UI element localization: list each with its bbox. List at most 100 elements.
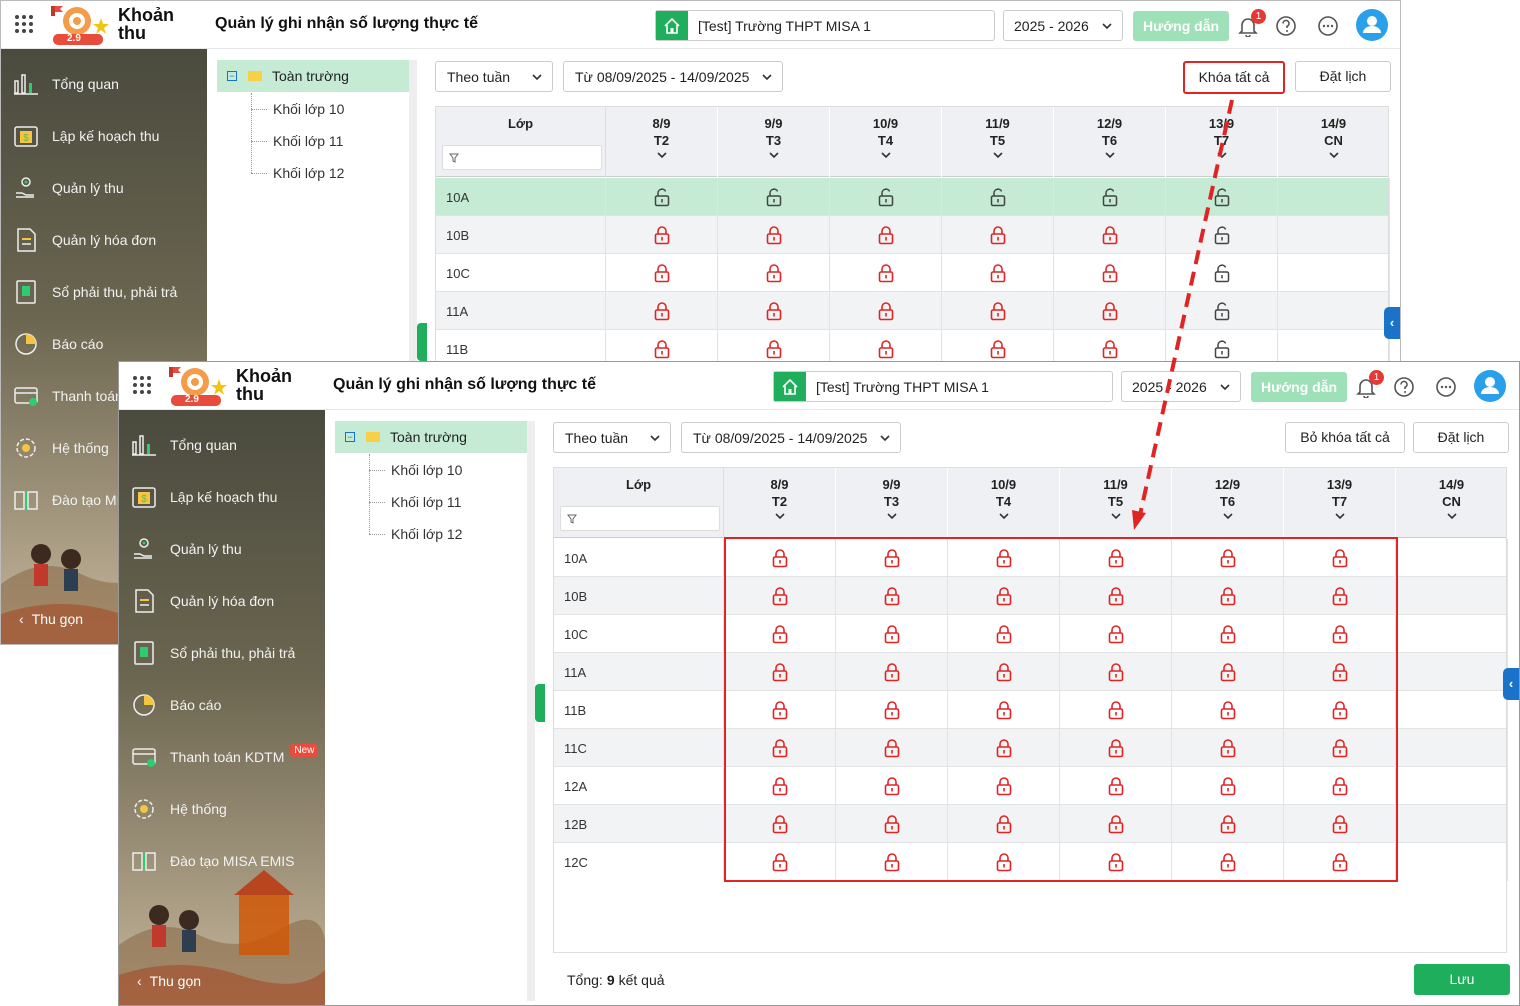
tree-item[interactable]: Khối lớp 10: [273, 101, 344, 117]
lock-cell[interactable]: [606, 254, 718, 292]
tree-item[interactable]: Khối lớp 11: [391, 494, 461, 510]
unlock-all-button[interactable]: Bỏ khóa tất cả: [1285, 422, 1405, 453]
school-selector[interactable]: [Test] Trường THPT MISA 1: [773, 371, 1113, 402]
table-row[interactable]: 10C: [436, 254, 1390, 292]
lock-icon[interactable]: [653, 263, 671, 283]
user-avatar[interactable]: [1356, 9, 1388, 41]
day-column-header[interactable]: 9/9 T3: [718, 107, 830, 177]
unlock-icon[interactable]: [765, 187, 783, 207]
unlock-icon[interactable]: [1213, 301, 1231, 321]
tree-scrollbar[interactable]: [527, 421, 535, 1001]
right-panel-toggle[interactable]: ‹: [1503, 668, 1519, 700]
app-menu-icon[interactable]: [133, 376, 151, 394]
school-selector[interactable]: [Test] Trường THPT MISA 1: [655, 10, 995, 41]
day-column-header[interactable]: 12/9 T6: [1054, 107, 1166, 177]
lock-icon[interactable]: [653, 301, 671, 321]
lock-cell[interactable]: [718, 178, 830, 216]
lock-cell[interactable]: [606, 216, 718, 254]
lock-icon[interactable]: [765, 263, 783, 283]
lock-cell[interactable]: [942, 216, 1054, 254]
lock-icon[interactable]: [765, 225, 783, 245]
lock-cell[interactable]: [606, 292, 718, 330]
tree-resize-handle[interactable]: [417, 323, 427, 361]
tree-item[interactable]: Khối lớp 10: [391, 462, 462, 478]
tree-resize-handle[interactable]: [535, 684, 545, 722]
tree-root[interactable]: − Toàn trường: [217, 60, 415, 92]
day-column-header[interactable]: 8/9 T2: [724, 468, 836, 538]
lock-icon[interactable]: [877, 339, 895, 359]
lock-icon[interactable]: [877, 225, 895, 245]
lock-icon[interactable]: [989, 339, 1007, 359]
sidebar-item-1[interactable]: Tổng quan: [131, 432, 237, 458]
sidebar-item-6[interactable]: Báo cáo: [131, 692, 221, 718]
lock-cell[interactable]: [1166, 254, 1278, 292]
lock-icon[interactable]: [989, 301, 1007, 321]
lock-cell[interactable]: [718, 254, 830, 292]
lock-cell[interactable]: [1166, 292, 1278, 330]
lock-cell[interactable]: [1166, 216, 1278, 254]
lock-icon[interactable]: [877, 301, 895, 321]
lock-cell[interactable]: [1054, 216, 1166, 254]
sidebar-item-1[interactable]: Tổng quan: [13, 71, 119, 97]
sidebar-item-8[interactable]: Hệ thống: [13, 435, 109, 461]
sidebar-item-9[interactable]: Đào tạo MISA EMIS: [131, 848, 295, 874]
unlock-icon[interactable]: [1213, 225, 1231, 245]
unlock-icon[interactable]: [1213, 187, 1231, 207]
lock-cell[interactable]: [718, 216, 830, 254]
sidebar-item-7[interactable]: Thanh toán: [13, 383, 123, 409]
sidebar-item-9[interactable]: Đào tạo MI: [13, 487, 120, 513]
unlock-icon[interactable]: [1213, 263, 1231, 283]
schedule-button[interactable]: Đặt lịch: [1413, 422, 1509, 453]
day-column-header[interactable]: 12/9 T6: [1172, 468, 1284, 538]
lock-cell[interactable]: [1054, 292, 1166, 330]
sidebar-item-5[interactable]: Sổ phải thu, phải trả: [13, 279, 177, 305]
lock-cell[interactable]: [942, 178, 1054, 216]
sidebar-item-4[interactable]: Quản lý hóa đơn: [13, 227, 156, 253]
sidebar-item-2[interactable]: $ Lập kế hoạch thu: [13, 123, 159, 149]
lock-icon[interactable]: [1101, 225, 1119, 245]
guide-button[interactable]: Hướng dẫn: [1133, 11, 1229, 41]
more-button[interactable]: [1435, 376, 1457, 401]
sidebar-item-4[interactable]: Quản lý hóa đơn: [131, 588, 274, 614]
lock-cell[interactable]: [830, 216, 942, 254]
help-button[interactable]: [1393, 376, 1415, 401]
date-range-select[interactable]: Từ 08/09/2025 - 14/09/2025: [681, 422, 901, 453]
unlock-icon[interactable]: [1101, 187, 1119, 207]
lock-cell[interactable]: [942, 254, 1054, 292]
sidebar-item-8[interactable]: Hệ thống: [131, 796, 227, 822]
school-home-button[interactable]: [656, 11, 688, 40]
tree-item[interactable]: Khối lớp 12: [391, 526, 462, 542]
schedule-button[interactable]: Đặt lịch: [1295, 61, 1391, 92]
year-select[interactable]: 2025 - 2026: [1121, 371, 1241, 402]
tree-item[interactable]: Khối lớp 12: [273, 165, 344, 181]
year-select[interactable]: 2025 - 2026: [1003, 10, 1123, 41]
day-column-header[interactable]: 13/9 T7: [1284, 468, 1396, 538]
tree-root[interactable]: − Toàn trường: [335, 421, 533, 453]
class-filter-input[interactable]: [560, 506, 720, 531]
day-column-header[interactable]: 11/9 T5: [942, 107, 1054, 177]
lock-icon[interactable]: [1101, 263, 1119, 283]
tree-item[interactable]: Khối lớp 11: [273, 133, 343, 149]
day-column-header[interactable]: 14/9 CN: [1396, 468, 1508, 538]
table-row[interactable]: 10B: [436, 216, 1390, 254]
collapse-toggle-icon[interactable]: −: [345, 432, 355, 442]
sidebar-item-2[interactable]: $ Lập kế hoạch thu: [131, 484, 277, 510]
sidebar-item-3[interactable]: Quản lý thu: [131, 536, 242, 562]
sidebar-item-7[interactable]: Thanh toán KDTM New: [131, 743, 319, 770]
unlock-icon[interactable]: [877, 187, 895, 207]
lock-cell[interactable]: [942, 292, 1054, 330]
sidebar-item-6[interactable]: Báo cáo: [13, 331, 103, 357]
day-column-header[interactable]: 10/9 T4: [948, 468, 1060, 538]
lock-icon[interactable]: [765, 301, 783, 321]
lock-icon[interactable]: [1101, 301, 1119, 321]
help-button[interactable]: [1275, 15, 1297, 40]
save-button[interactable]: Lưu: [1414, 964, 1510, 995]
collapse-button[interactable]: ‹ Thu gọn: [137, 973, 201, 989]
period-mode-select[interactable]: Theo tuần: [435, 61, 553, 92]
lock-cell[interactable]: [1054, 178, 1166, 216]
lock-icon[interactable]: [989, 263, 1007, 283]
lock-cell[interactable]: [1054, 254, 1166, 292]
school-home-button[interactable]: [774, 372, 806, 401]
sidebar-item-3[interactable]: Quản lý thu: [13, 175, 124, 201]
date-range-select[interactable]: Từ 08/09/2025 - 14/09/2025: [563, 61, 783, 92]
